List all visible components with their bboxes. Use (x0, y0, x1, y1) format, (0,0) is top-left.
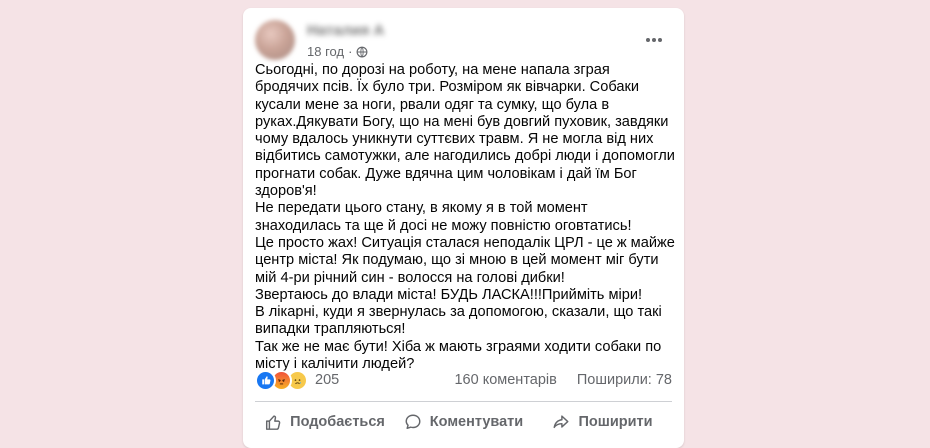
reactions-summary[interactable]: 205 (255, 369, 339, 391)
post-timestamp[interactable]: 18 год (307, 44, 344, 59)
post-card: Наталия А 18 год · Сьогодні, по дорозі н… (243, 8, 684, 448)
post-text: Сьогодні, по дорозі на роботу, на мене н… (255, 62, 675, 373)
share-arrow-icon (553, 415, 569, 429)
post-paragraph: В лікарні, куди я звернулась за допомого… (255, 304, 666, 338)
comment-icon (405, 414, 421, 430)
thumbs-up-icon (266, 415, 281, 430)
shares-count[interactable]: Поширили: 78 (577, 372, 672, 388)
post-stats: 205 160 коментарів Поширили: 78 (255, 368, 672, 392)
like-button[interactable]: Подобається (255, 404, 394, 440)
post-paragraph: Сьогодні, по дорозі на роботу, на мене н… (255, 62, 679, 200)
comment-label: Коментувати (429, 414, 524, 430)
post-paragraph: Не передати цього стану, в якому я в той… (255, 200, 632, 234)
post-actions: Подобається Коментувати Поширити (255, 404, 672, 440)
post-paragraph: Це просто жах! Ситуація сталася неподалі… (255, 234, 679, 286)
post-meta: 18 год · (307, 44, 368, 59)
comment-button[interactable]: Коментувати (394, 404, 533, 440)
like-reaction-icon (255, 369, 276, 391)
like-label: Подобається (290, 414, 385, 430)
post-paragraph: Звертаюсь до влади міста! БУДЬ ЛАСКА!!!П… (255, 286, 643, 303)
globe-icon[interactable] (356, 46, 368, 58)
reactions-count[interactable]: 205 (315, 372, 339, 388)
comments-count[interactable]: 160 коментарів (454, 372, 556, 388)
author-name[interactable]: Наталия А (307, 22, 384, 39)
author-avatar[interactable] (255, 20, 295, 60)
actions-divider (255, 401, 672, 402)
more-horizontal-icon[interactable] (640, 26, 668, 54)
post-header: Наталия А 18 год · (255, 20, 672, 60)
share-button[interactable]: Поширити (533, 404, 672, 440)
stats-right: 160 коментарів Поширили: 78 (454, 372, 672, 388)
meta-separator: · (348, 44, 353, 59)
share-label: Поширити (578, 414, 653, 430)
